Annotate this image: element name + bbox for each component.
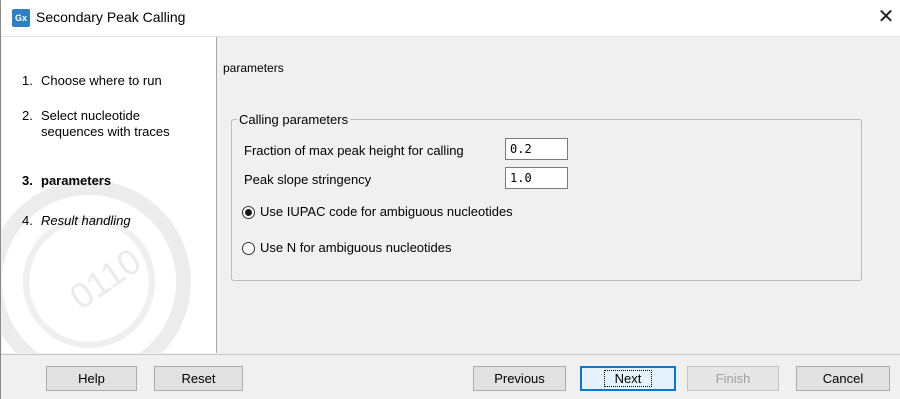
peak-slope-stringency-label: Peak slope stringency xyxy=(244,172,372,187)
svg-text:0110: 0110 xyxy=(63,240,149,317)
use-n-radio[interactable] xyxy=(242,242,255,255)
step-2-line-2: sequences with traces xyxy=(41,124,170,139)
dialog-window: Gx Secondary Peak Calling ✕ 0110 1. Choos… xyxy=(0,0,900,399)
help-button[interactable]: Help xyxy=(46,366,137,391)
step-1: 1. Choose where to run xyxy=(22,73,162,88)
next-button[interactable]: Next xyxy=(580,366,676,391)
panel-title: parameters xyxy=(223,61,284,75)
close-icon[interactable]: ✕ xyxy=(874,4,898,30)
cancel-button[interactable]: Cancel xyxy=(796,366,890,391)
app-icon: Gx xyxy=(12,9,30,27)
step-2: 2. Select nucleotide xyxy=(22,108,141,123)
previous-button[interactable]: Previous xyxy=(473,366,566,391)
iupac-radio[interactable] xyxy=(242,206,255,219)
title-bar: Gx Secondary Peak Calling ✕ xyxy=(1,0,900,37)
button-bar: Help Reset Previous Next Finish Cancel xyxy=(1,354,900,399)
iupac-radio-label[interactable]: Use IUPAC code for ambiguous nucleotides xyxy=(260,204,513,219)
group-title: Calling parameters xyxy=(239,112,349,127)
dialog-title: Secondary Peak Calling xyxy=(36,9,186,25)
peak-slope-stringency-input[interactable]: 1.0 xyxy=(505,167,568,189)
parameters-panel: parameters Calling parameters Fraction o… xyxy=(217,37,900,353)
step-4: 4. Result handling xyxy=(22,213,131,228)
fraction-max-peak-label: Fraction of max peak height for calling xyxy=(244,143,464,158)
fraction-max-peak-input[interactable]: 0.2 xyxy=(505,138,568,160)
reset-button[interactable]: Reset xyxy=(154,366,243,391)
wizard-steps-sidebar: 0110 1. Choose where to run 2. Select nucl… xyxy=(2,37,217,353)
use-n-radio-label[interactable]: Use N for ambiguous nucleotides xyxy=(260,240,452,255)
next-button-label: Next xyxy=(603,370,653,387)
binary-watermark-icon: 0110 xyxy=(2,180,191,353)
finish-button[interactable]: Finish xyxy=(687,366,779,391)
step-3-current: 3. parameters xyxy=(22,173,112,188)
